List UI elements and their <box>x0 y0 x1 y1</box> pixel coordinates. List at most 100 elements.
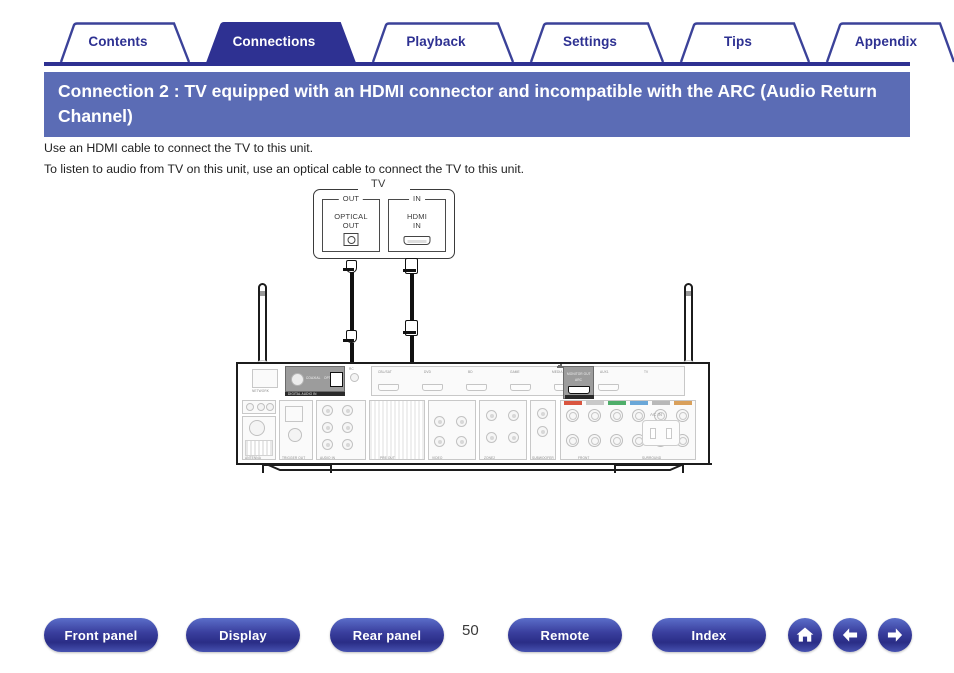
monitor-out-arc-highlight: MONITOR OUT ARC <box>563 366 594 399</box>
tv-optical-direction: OUT <box>338 194 364 203</box>
spacer12 <box>558 365 560 367</box>
zone-rca-1 <box>486 410 497 421</box>
hdmi-in-6 <box>598 384 619 391</box>
hdmi-in-3-label: BD <box>468 370 473 374</box>
zone-rca-4 <box>508 432 519 443</box>
speaker-b-dot-1 <box>246 403 254 411</box>
arc-label: ARC <box>575 378 583 382</box>
lan-port <box>252 369 278 388</box>
tab-appendix[interactable]: Appendix <box>810 22 954 63</box>
tv-hdmi-name: HDMI IN <box>407 212 427 230</box>
body-text: Use an HDMI cable to connect the TV to t… <box>44 138 904 180</box>
monitor-out-label: MONITOR OUT <box>567 372 591 376</box>
tab-bar: Contents Connections Playback Settings T <box>44 22 954 63</box>
speaker-post-2-neg <box>588 434 601 447</box>
front-panel-button[interactable]: Front panel <box>44 618 158 652</box>
optical-in-jack-highlight <box>330 372 343 387</box>
hdmi-in-6-label: AUX1 <box>600 370 609 374</box>
home-icon[interactable] <box>788 618 822 652</box>
tv-hdmi-in-group: IN HDMI IN <box>388 194 446 252</box>
index-button[interactable]: Index <box>652 618 766 652</box>
tv-hdmi-direction: IN <box>409 194 425 203</box>
pre-out-block <box>369 400 425 460</box>
optical-cable <box>350 272 354 338</box>
hdmi-in-7-label: TV <box>644 370 649 374</box>
audio-in-rca-1 <box>322 405 333 416</box>
ac-in-inlet <box>642 420 680 446</box>
body-line-1: Use an HDMI cable to connect the TV to t… <box>44 141 314 155</box>
speaker-b-dot-2 <box>257 403 265 411</box>
monitor-out-strip <box>565 395 594 399</box>
antenna-right <box>684 283 693 367</box>
hdmi-in-4-label: GAME <box>510 370 520 374</box>
manual-page: Contents Connections Playback Settings T <box>0 0 954 673</box>
body-line-2: To listen to audio from TV on this unit,… <box>44 162 525 176</box>
tv-label-notch <box>358 187 410 192</box>
lan-label: NETWORK <box>252 389 269 393</box>
hdmi-input-row <box>371 366 685 396</box>
coaxial-jack-icon <box>291 373 304 386</box>
digital-audio-in-label: DIGITAL AUDIO IN <box>288 392 317 396</box>
am-antenna-terminal <box>245 440 273 456</box>
monitor-out-hdmi-jack-highlight <box>568 386 590 394</box>
tab-settings[interactable]: Settings <box>514 22 666 63</box>
audio-in-rca-5 <box>322 439 333 450</box>
ac-in-pin-left <box>650 428 656 439</box>
tab-connections-label: Connections <box>232 34 316 49</box>
tv-optical-name: OPTICAL OUT <box>334 212 368 230</box>
tab-playback-label: Playback <box>406 34 466 49</box>
back-icon[interactable] <box>833 618 867 652</box>
ac-in-pin-right <box>666 428 672 439</box>
optical-plug-bottom-band <box>343 339 354 342</box>
antenna-left-tip <box>260 291 265 296</box>
tab-tips-label: Tips <box>724 34 752 49</box>
tv-hdmi-jack-icon <box>403 236 431 245</box>
video-rca-1 <box>434 416 445 427</box>
zone-block <box>479 400 527 460</box>
coaxial-label: COAXIAL <box>306 376 321 380</box>
hdmi-in-2-label: DVD <box>424 370 432 374</box>
remote-control-label: RC <box>349 367 354 371</box>
home-glyph <box>796 627 814 642</box>
antenna-left <box>258 283 267 367</box>
tab-playback[interactable]: Playback <box>356 22 516 63</box>
tab-appendix-label: Appendix <box>854 34 918 49</box>
rear-panel-button[interactable]: Rear panel <box>330 618 444 652</box>
remote-control-jack <box>350 373 359 382</box>
page-number: 50 <box>462 622 479 639</box>
speaker-post-2-pos <box>588 409 601 422</box>
audio-in-rca-3 <box>322 422 333 433</box>
audio-in-rca-2 <box>342 405 353 416</box>
hdmi-in-2 <box>422 384 443 391</box>
video-block <box>428 400 476 460</box>
tab-contents-label: Contents <box>88 34 148 49</box>
speaker-post-1-neg <box>566 434 579 447</box>
forward-icon[interactable] <box>878 618 912 652</box>
speaker-post-3-neg <box>610 434 623 447</box>
tv-optical-out-group: OUT OPTICAL OUT <box>322 194 380 252</box>
tab-underline <box>44 62 910 66</box>
hdmi-plug-top-band <box>403 269 416 272</box>
display-button[interactable]: Display <box>186 618 300 652</box>
speaker-color-tab-center <box>608 401 626 405</box>
back-glyph <box>842 628 858 642</box>
hdmi-cable <box>410 273 414 323</box>
speaker-b-dot-3 <box>266 403 274 411</box>
speaker-color-tab-surround-left <box>630 401 648 405</box>
trigger-out-jack <box>285 406 303 422</box>
subwoofer-rca-2 <box>537 426 548 437</box>
hdmi-in-4 <box>510 384 531 391</box>
remote-button[interactable]: Remote <box>508 618 622 652</box>
audio-in-rca-6 <box>342 439 353 450</box>
video-rca-2 <box>456 416 467 427</box>
video-rca-3 <box>434 436 445 447</box>
tab-connections[interactable]: Connections <box>190 22 358 63</box>
tv-optical-jack-icon <box>343 233 359 246</box>
speaker-post-3-pos <box>610 409 623 422</box>
tab-contents[interactable]: Contents <box>44 22 192 63</box>
tab-tips[interactable]: Tips <box>664 22 812 63</box>
hdmi-in-1 <box>378 384 399 391</box>
speaker-color-tab-front-left <box>564 401 582 405</box>
tab-settings-label: Settings <box>562 34 618 49</box>
fm-antenna-jack <box>249 420 265 436</box>
